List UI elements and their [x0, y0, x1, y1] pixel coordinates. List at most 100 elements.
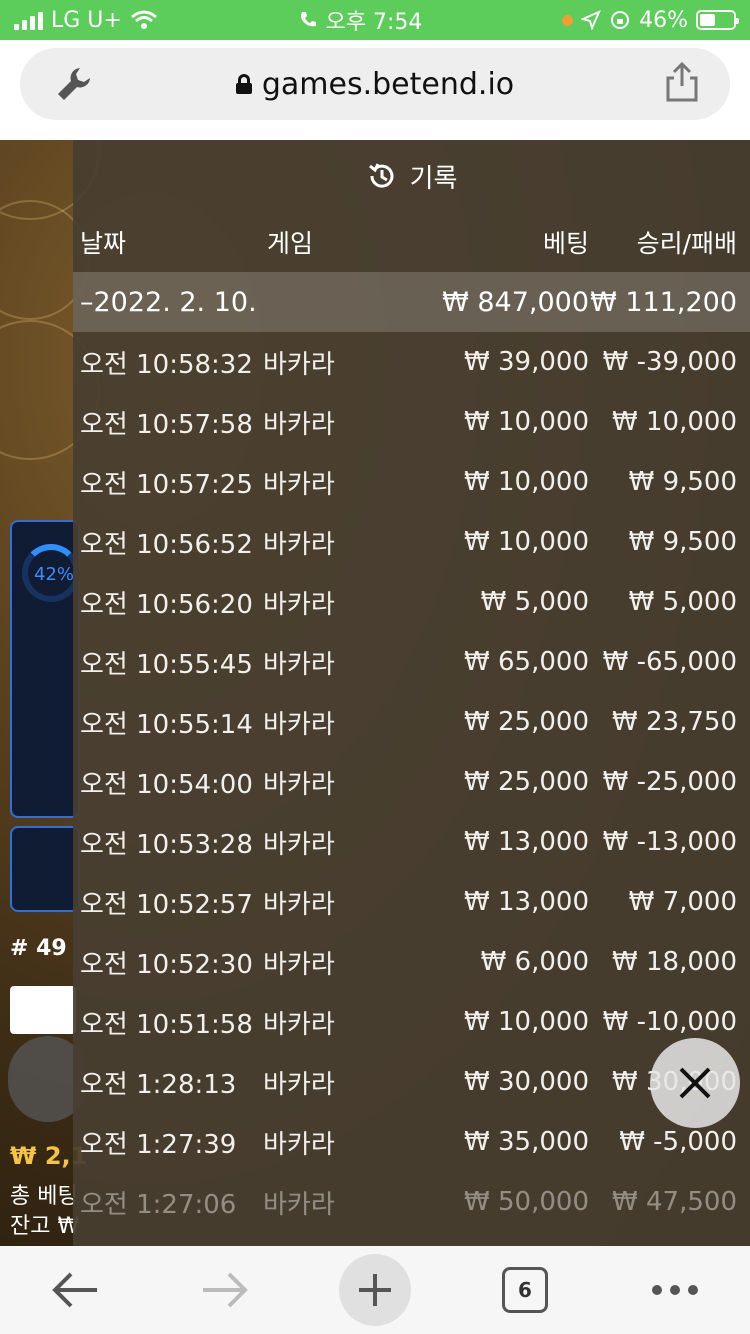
- history-row[interactable]: 오전 10:52:30 바카라 ₩ 6,000 ₩ 18,000: [73, 932, 750, 992]
- history-row[interactable]: 오전 1:27:39 바카라 ₩ 35,000 ₩ -5,000: [73, 1112, 750, 1172]
- plus-circle: [339, 1254, 411, 1326]
- scoreboard-icon[interactable]: [10, 986, 76, 1034]
- row-game: 바카라: [263, 349, 335, 380]
- share-icon[interactable]: [664, 62, 700, 102]
- row-result: ₩ 5,000: [628, 587, 737, 617]
- total-bet-label: 총 베팅: [10, 1184, 78, 1209]
- row-time: 오전 10:56:52: [80, 529, 253, 560]
- row-result: ₩ -39,000: [602, 347, 737, 377]
- timer-percent: 42%: [34, 564, 75, 585]
- row-game: 바카라: [263, 1009, 335, 1040]
- row-result: ₩ -13,000: [602, 827, 737, 857]
- balance-label: 잔고 ₩: [10, 1214, 80, 1239]
- row-result: ₩ 18,000: [612, 947, 737, 977]
- total-date: –2022. 2. 10.: [80, 286, 257, 318]
- row-bet: ₩ 13,000: [464, 887, 589, 917]
- row-bet: ₩ 10,000: [464, 1007, 589, 1037]
- row-bet: ₩ 6,000: [480, 947, 589, 977]
- history-row[interactable]: 오전 10:56:20 바카라 ₩ 5,000 ₩ 5,000: [73, 572, 750, 632]
- row-bet: ₩ 65,000: [464, 647, 589, 677]
- more-dots-icon: [652, 1285, 698, 1295]
- history-row[interactable]: 오전 1:28:13바카라₩ 30,000₩ 30,000: [73, 1052, 750, 1112]
- arrow-right-icon: [203, 1272, 248, 1308]
- history-row[interactable]: 오전 10:57:58 바카라 ₩ 10,000 ₩ 10,000: [73, 392, 750, 452]
- row-bet: ₩ 10,000: [464, 407, 589, 437]
- row-result: ₩ -5,000: [619, 1127, 737, 1157]
- history-column-headers: 날짜 게임 베팅 승리/패배: [73, 212, 750, 272]
- col-result: 승리/패배: [636, 229, 737, 258]
- history-row[interactable]: 오전 1:27:06 바카라 ₩ 50,000 ₩ 47,500: [73, 1172, 750, 1232]
- row-game: 바카라: [263, 529, 335, 560]
- row-time: 오전 10:56:20: [80, 589, 253, 620]
- more-button[interactable]: [630, 1255, 720, 1325]
- back-button[interactable]: [30, 1255, 120, 1325]
- row-time: 오전 1:28:13: [80, 1069, 237, 1100]
- battery-percent: 46%: [639, 7, 688, 33]
- history-title: 기록: [409, 163, 458, 194]
- row-result: ₩ 10,000: [612, 407, 737, 437]
- close-icon: [679, 1067, 711, 1099]
- row-result: ₩ 7,000: [628, 887, 737, 917]
- row-bet: ₩ 39,000: [464, 347, 589, 377]
- status-left: LG U+: [14, 8, 158, 33]
- row-game: 바카라: [263, 1069, 335, 1100]
- browser-top-bar: games.betend.io: [0, 40, 750, 140]
- col-bet: 베팅: [542, 229, 589, 258]
- phone-icon: [300, 12, 316, 27]
- row-bet: ₩ 10,000: [464, 467, 589, 497]
- browser-toolbar: 6: [0, 1246, 750, 1334]
- row-bet: ₩ 30,000: [464, 1067, 589, 1097]
- row-result: ₩ -65,000: [602, 647, 737, 677]
- row-bet: ₩ 10,000: [464, 527, 589, 557]
- row-time: 오전 10:55:45: [80, 649, 253, 680]
- row-time: 오전 10:58:32: [80, 349, 253, 380]
- row-bet: ₩ 5,000: [480, 587, 589, 617]
- history-clock-icon: [368, 163, 394, 188]
- row-bet: ₩ 25,000: [464, 707, 589, 737]
- row-game: 바카라: [263, 709, 335, 740]
- row-result: ₩ -10,000: [602, 1007, 737, 1037]
- status-center: 오후 7:54: [298, 4, 422, 36]
- history-panel: 기록 날짜 게임 베팅 승리/패배 –2022. 2. 10. ₩ 847,00…: [73, 140, 750, 1246]
- location-icon: [581, 10, 602, 30]
- row-time: 오전 1:27:39: [80, 1129, 237, 1160]
- tabs-button[interactable]: 6: [480, 1255, 570, 1325]
- arrow-left-icon: [52, 1272, 97, 1308]
- row-game: 바카라: [263, 829, 335, 860]
- row-time: 오전 10:57:25: [80, 469, 253, 500]
- row-result: ₩ -25,000: [602, 767, 737, 797]
- row-game: 바카라: [263, 409, 335, 440]
- history-row[interactable]: 오전 10:53:28 바카라 ₩ 13,000 ₩ -13,000: [73, 812, 750, 872]
- history-row[interactable]: 오전 10:55:14 바카라 ₩ 25,000 ₩ 23,750: [73, 692, 750, 752]
- history-row[interactable]: 오전 10:55:45 바카라 ₩ 65,000 ₩ -65,000: [73, 632, 750, 692]
- history-row[interactable]: 오전 10:54:00 바카라 ₩ 25,000 ₩ -25,000: [73, 752, 750, 812]
- history-day-total[interactable]: –2022. 2. 10. ₩ 847,000 ₩ 111,200: [73, 272, 750, 332]
- url-display[interactable]: games.betend.io: [235, 67, 514, 102]
- row-result: ₩ 9,500: [628, 527, 737, 557]
- close-button[interactable]: [650, 1038, 740, 1128]
- history-row[interactable]: 오전 10:51:58 바카라 ₩ 10,000 ₩ -10,000: [73, 992, 750, 1052]
- row-game: 바카라: [263, 1189, 335, 1220]
- history-rows: 오전 10:58:32 바카라 ₩ 39,000 ₩ -39,000 오전 10:57:…: [73, 332, 750, 1232]
- row-game: 바카라: [263, 469, 335, 500]
- history-row[interactable]: 오전 10:57:25 바카라 ₩ 10,000 ₩ 9,500: [73, 452, 750, 512]
- wifi-icon: [130, 10, 157, 29]
- row-result: ₩ 23,750: [612, 707, 737, 737]
- history-row[interactable]: 오전 10:52:57 바카라 ₩ 13,000 ₩ 7,000: [73, 872, 750, 932]
- total-bet: ₩ 847,000: [442, 286, 589, 318]
- plus-icon: [359, 1274, 391, 1306]
- address-bar[interactable]: games.betend.io: [20, 48, 730, 120]
- row-bet: ₩ 35,000: [464, 1127, 589, 1157]
- forward-button[interactable]: [180, 1255, 270, 1325]
- side-panel-secondary: [10, 826, 80, 912]
- row-time: 오전 10:57:58: [80, 409, 253, 440]
- signal-icon: [14, 10, 43, 30]
- new-tab-button[interactable]: [330, 1254, 420, 1326]
- history-row[interactable]: 오전 10:58:32 바카라 ₩ 39,000 ₩ -39,000: [73, 332, 750, 392]
- wrench-icon[interactable]: [54, 64, 94, 104]
- tabs-count-icon: 6: [502, 1267, 548, 1313]
- history-row[interactable]: 오전 10:56:52 바카라 ₩ 10,000 ₩ 9,500: [73, 512, 750, 572]
- row-game: 바카라: [263, 649, 335, 680]
- total-result: ₩ 111,200: [590, 286, 737, 318]
- status-right: 46%: [562, 7, 739, 33]
